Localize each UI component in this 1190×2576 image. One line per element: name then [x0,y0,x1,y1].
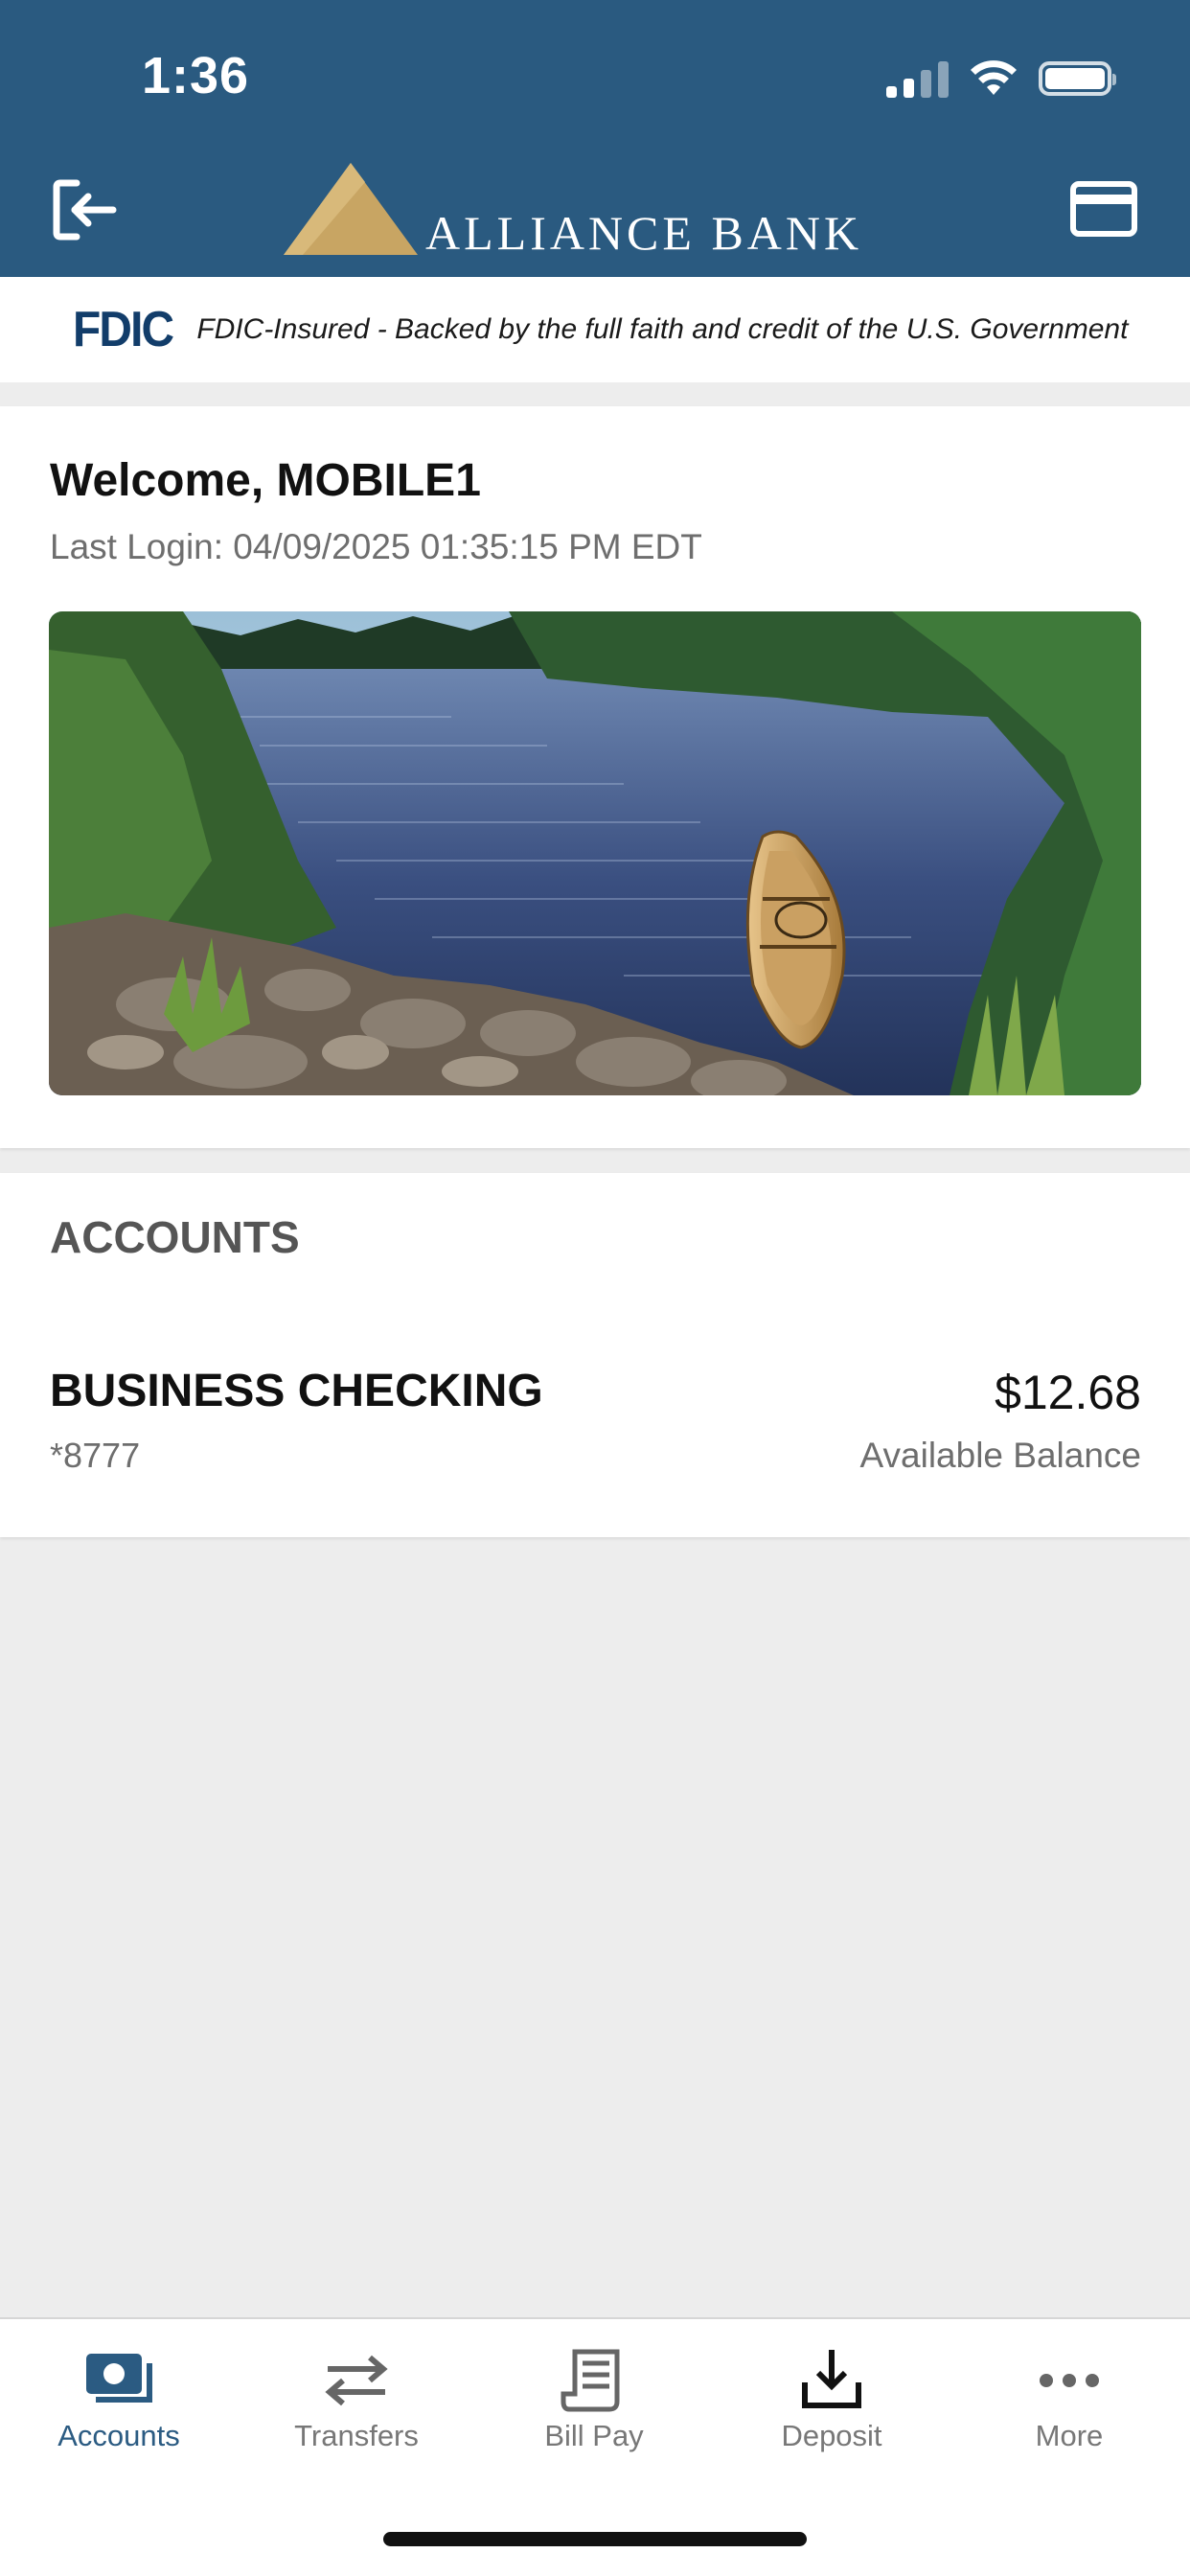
account-number: *8777 [50,1436,141,1475]
status-icons [886,59,1116,98]
cellular-signal-icon [886,59,949,98]
tab-deposit[interactable]: Deposit [713,2319,950,2482]
fdic-text: FDIC-Insured - Backed by the full faith … [196,313,1129,345]
fdic-banner: FDIC FDIC-Insured - Backed by the full f… [0,277,1190,382]
bill-pay-icon [561,2349,620,2412]
tab-label: More [1035,2419,1104,2452]
credit-card-icon [1070,181,1137,237]
tab-label: Bill Pay [544,2419,644,2452]
transfers-icon [325,2355,388,2406]
accounts-card: ACCOUNTS BUSINESS CHECKING *8777 $12.68 … [0,1173,1190,1537]
tab-label: Transfers [294,2419,419,2452]
account-row[interactable]: BUSINESS CHECKING *8777 $12.68 Available… [0,1365,1190,1508]
welcome-title: Welcome, MOBILE1 [50,455,481,506]
tab-bill-pay[interactable]: Bill Pay [475,2319,713,2482]
deposit-icon [802,2350,861,2408]
last-login: Last Login: 04/09/2025 01:35:15 PM EDT [50,527,702,566]
account-balance: $12.68 [995,1366,1141,1419]
more-icon [1040,2374,1099,2387]
logo-text: ALLIANCE BANK [425,206,863,260]
welcome-card: Welcome, MOBILE1 Last Login: 04/09/2025 … [0,406,1190,1148]
account-name: BUSINESS CHECKING [50,1366,543,1416]
home-indicator [383,2532,807,2546]
logout-button[interactable] [52,178,119,242]
tab-label: Accounts [57,2419,180,2452]
fdic-logo: FDIC [73,302,174,357]
tab-label: Deposit [781,2419,882,2452]
logout-icon [53,179,117,241]
accounts-heading: ACCOUNTS [50,1212,300,1262]
wifi-icon [971,60,1017,95]
battery-icon [1039,61,1116,96]
bank-logo: ALLIANCE BANK [274,163,926,260]
tab-more[interactable]: More [950,2319,1188,2482]
app-header: 1:36 ALLIANCE BANK [0,0,1190,277]
logo-mountain-icon [284,163,418,255]
cards-button[interactable] [1069,178,1138,240]
lake-canoe-image [49,611,1141,1095]
hero-image [49,611,1141,1095]
tab-transfers[interactable]: Transfers [238,2319,475,2482]
accounts-icon [86,2354,152,2403]
account-balance-label: Available Balance [859,1436,1141,1475]
tab-accounts[interactable]: Accounts [0,2319,238,2482]
status-time: 1:36 [142,47,250,104]
